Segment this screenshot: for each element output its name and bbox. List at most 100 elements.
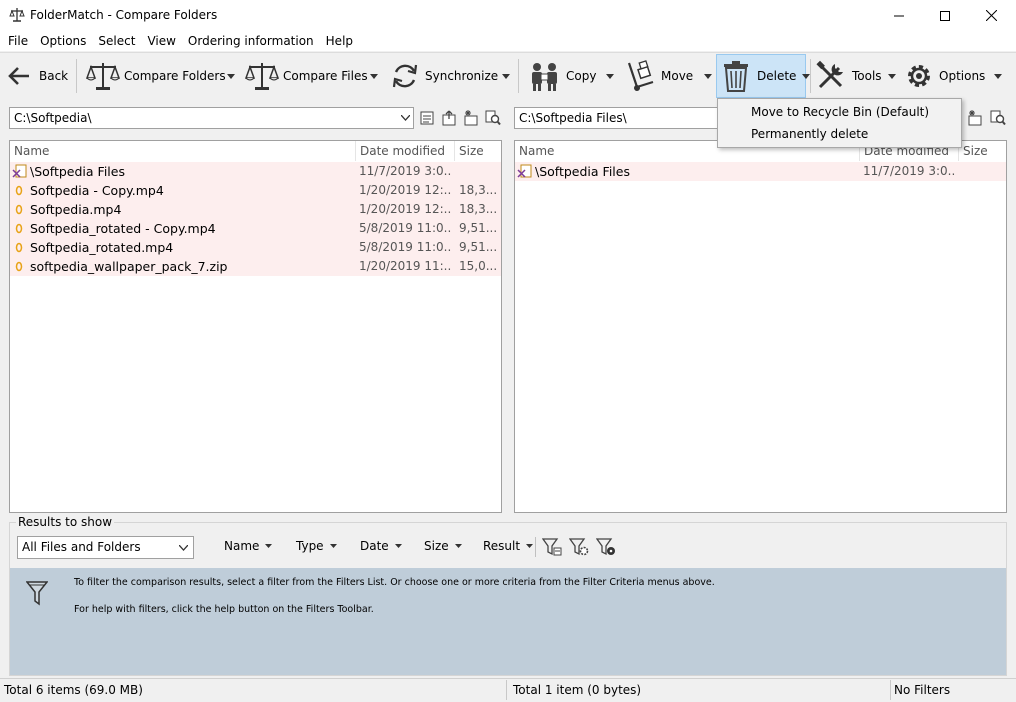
- file-orphan-icon: [15, 204, 23, 215]
- left-search-button[interactable]: [484, 109, 502, 127]
- chevron-down-icon: [400, 115, 410, 121]
- back-button[interactable]: Back: [6, 54, 68, 98]
- left-up-folder-button[interactable]: [440, 109, 458, 127]
- menu-permanently-delete[interactable]: Permanently delete: [751, 127, 868, 141]
- folder-mismatch-icon: [517, 164, 532, 178]
- tools-wrench-icon: [816, 60, 843, 89]
- tools-label: Tools: [852, 69, 882, 83]
- compare-folders-label: Compare Folders: [124, 69, 226, 83]
- copy-button[interactable]: Copy: [528, 54, 596, 98]
- right-column-size[interactable]: Size: [959, 141, 1006, 161]
- left-list-view-button[interactable]: [418, 109, 436, 127]
- right-new-folder-button[interactable]: [966, 109, 984, 127]
- criteria-type-dropdown[interactable]: Type: [296, 539, 337, 553]
- minimize-icon: [894, 15, 904, 16]
- criteria-name-dropdown[interactable]: Name: [224, 539, 273, 553]
- chevron-down-icon: [179, 545, 188, 551]
- dropdown-caret-icon: [394, 544, 402, 548]
- minimize-button[interactable]: [876, 0, 922, 31]
- table-row[interactable]: Softpedia_rotated.mp4 5/8/2019 11:0... 9…: [10, 238, 501, 257]
- move-dropdown[interactable]: [701, 54, 715, 98]
- filter-gear-icon: [568, 538, 589, 556]
- filter-toolbar-separator: [535, 537, 536, 557]
- synchronize-dropdown[interactable]: [499, 54, 513, 98]
- scale-compare-icon: [245, 63, 279, 90]
- file-date: 1/20/2019 12:...: [359, 202, 451, 216]
- dropdown-caret-icon: [704, 73, 712, 79]
- right-search-button[interactable]: [989, 109, 1007, 127]
- synchronize-button[interactable]: Synchronize: [390, 54, 498, 98]
- criteria-size-dropdown[interactable]: Size: [424, 539, 462, 553]
- file-name: Softpedia.mp4: [30, 202, 122, 217]
- back-arrow-icon: [8, 67, 29, 85]
- close-icon: [985, 10, 997, 21]
- file-name: Softpedia - Copy.mp4: [30, 183, 164, 198]
- delete-button[interactable]: Delete: [716, 54, 811, 98]
- copy-dropdown[interactable]: [603, 54, 617, 98]
- maximize-button[interactable]: [922, 0, 968, 31]
- filter-list-button[interactable]: [541, 537, 562, 557]
- right-path-input[interactable]: C:\Softpedia Files\: [514, 107, 724, 129]
- delete-dropdown-menu: Move to Recycle Bin (Default) Permanentl…: [717, 98, 962, 148]
- table-row[interactable]: Softpedia.mp4 1/20/2019 12:... 18,3...: [10, 200, 501, 219]
- menu-select[interactable]: Select: [92, 31, 141, 51]
- filter-settings-button[interactable]: [568, 537, 589, 557]
- file-name: \Softpedia Files: [30, 164, 125, 179]
- move-button[interactable]: Move: [625, 54, 693, 98]
- table-row[interactable]: Softpedia - Copy.mp4 1/20/2019 12:... 18…: [10, 181, 501, 200]
- right-file-list[interactable]: Name Date modified Size \Softpedia Files…: [514, 140, 1007, 513]
- tools-button[interactable]: Tools: [815, 54, 896, 98]
- toolbar-separator: [518, 59, 519, 93]
- file-date: 1/20/2019 11:...: [359, 259, 451, 273]
- criteria-date-dropdown[interactable]: Date: [360, 539, 402, 553]
- folder-mismatch-icon: [12, 164, 27, 178]
- compare-folders-dropdown[interactable]: [224, 54, 238, 98]
- file-size: 18,3...: [459, 202, 498, 216]
- left-path-input[interactable]: C:\Softpedia\: [9, 107, 414, 129]
- table-row[interactable]: softpedia_wallpaper_pack_7.zip 1/20/2019…: [10, 257, 501, 276]
- left-path-dropdown[interactable]: [397, 107, 413, 129]
- status-right: No Filters: [894, 683, 951, 697]
- left-column-size[interactable]: Size: [455, 141, 501, 161]
- menu-bar: File Options Select View Ordering inform…: [0, 31, 1016, 51]
- options-label: Options: [939, 69, 986, 83]
- compare-files-button[interactable]: Compare Files: [245, 54, 368, 98]
- window-title: FolderMatch - Compare Folders: [30, 8, 218, 22]
- toolbar: Back Compare Folders Compare Files Synch…: [0, 52, 1016, 98]
- funnel-icon: [26, 581, 48, 606]
- dropdown-caret-icon: [502, 73, 510, 79]
- file-orphan-icon: [15, 223, 23, 234]
- menu-file[interactable]: File: [2, 31, 34, 51]
- results-label: Results to show: [16, 515, 115, 529]
- compare-folders-button[interactable]: Compare Folders: [86, 54, 226, 98]
- file-size: 15,0...: [459, 259, 498, 273]
- left-new-folder-button[interactable]: [462, 109, 480, 127]
- gear-icon: [908, 65, 930, 87]
- menu-move-to-recycle-bin[interactable]: Move to Recycle Bin (Default): [751, 105, 929, 119]
- table-row[interactable]: Softpedia_rotated - Copy.mp4 5/8/2019 11…: [10, 219, 501, 238]
- options-button[interactable]: Options: [904, 54, 985, 98]
- menu-view[interactable]: View: [141, 31, 181, 51]
- menu-help[interactable]: Help: [320, 31, 359, 51]
- filter-help-button[interactable]: [595, 537, 616, 557]
- left-column-name[interactable]: Name: [10, 141, 356, 161]
- table-row[interactable]: \Softpedia Files 11/7/2019 3:0...: [10, 162, 501, 181]
- options-dropdown[interactable]: [991, 54, 1005, 98]
- file-orphan-icon: [15, 242, 23, 253]
- compare-files-label: Compare Files: [283, 69, 368, 83]
- scale-app-icon: [9, 8, 25, 22]
- left-column-date[interactable]: Date modified: [356, 141, 455, 161]
- dropdown-caret-icon: [454, 544, 462, 548]
- table-row[interactable]: \Softpedia Files 11/7/2019 3:0...: [515, 162, 1006, 181]
- left-file-list[interactable]: Name Date modified Size \Softpedia Files…: [9, 140, 502, 513]
- results-filter-select[interactable]: All Files and Folders: [17, 536, 194, 559]
- menu-options[interactable]: Options: [34, 31, 92, 51]
- compare-files-dropdown[interactable]: [367, 54, 381, 98]
- back-label: Back: [39, 69, 69, 83]
- trash-can-icon: [724, 61, 748, 92]
- list-view-icon: [420, 111, 434, 125]
- file-date: 11/7/2019 3:0...: [359, 164, 451, 178]
- close-button[interactable]: [968, 0, 1014, 31]
- menu-ordering-information[interactable]: Ordering information: [182, 31, 320, 51]
- criteria-result-dropdown[interactable]: Result: [483, 539, 534, 553]
